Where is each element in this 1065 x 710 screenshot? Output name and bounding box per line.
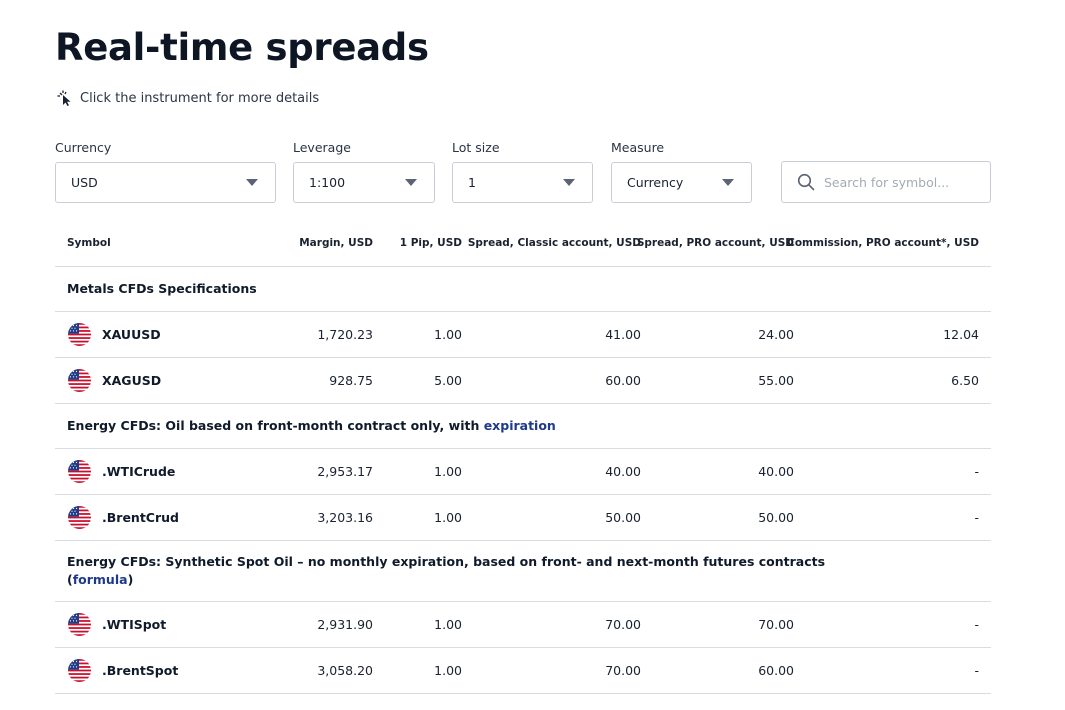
row-commission: - [974,663,979,678]
row-margin: 2,931.90 [317,617,373,632]
lot-size-select[interactable]: 1 [452,162,593,203]
search-input[interactable] [824,174,984,190]
group-energy-spot: Energy CFDs: Synthetic Spot Oil – no mon… [55,541,991,602]
row-spread-pro: 40.00 [758,464,794,479]
expiration-link[interactable]: expiration [484,418,556,433]
us-flag-icon [68,506,91,529]
group-title: Energy CFDs: Oil based on front-month co… [67,417,556,435]
currency-select[interactable]: USD [55,162,276,203]
us-flag-icon [68,460,91,483]
us-flag-icon [68,369,91,392]
row-symbol: .BrentSpot [102,663,179,678]
chevron-down-icon [246,179,258,186]
search-icon [797,173,815,191]
row-margin: 1,720.23 [317,327,373,342]
row-spread-classic: 60.00 [605,373,641,388]
measure-label: Measure [611,140,665,155]
row-symbol: XAUUSD [102,327,161,342]
leverage-label: Leverage [293,140,351,155]
header-symbol[interactable]: Symbol [67,237,111,249]
currency-label: Currency [55,140,112,155]
row-spread-classic: 50.00 [605,510,641,525]
row-spread-classic: 40.00 [605,464,641,479]
leverage-value: 1:100 [309,175,346,190]
row-spread-pro: 70.00 [758,617,794,632]
row-spread-pro: 60.00 [758,663,794,678]
row-commission: 12.04 [943,327,979,342]
row-symbol: .WTICrude [102,464,176,479]
row-symbol: XAGUSD [102,373,162,388]
header-spread-classic[interactable]: Spread, Classic account, USD [468,237,641,249]
row-spread-classic: 70.00 [605,617,641,632]
row-margin: 3,058.20 [317,663,373,678]
table-header: Symbol Margin, USD 1 Pip, USD Spread, Cl… [55,222,991,267]
row-commission: - [974,617,979,632]
formula-link[interactable]: formula [73,572,128,587]
table-row[interactable]: .WTISpot 2,931.90 1.00 70.00 70.00 - [55,602,991,648]
spreads-table: Symbol Margin, USD 1 Pip, USD Spread, Cl… [55,222,991,694]
row-pip: 1.00 [434,464,462,479]
row-commission: 6.50 [951,373,979,388]
row-spread-pro: 55.00 [758,373,794,388]
group-title-text: Energy CFDs: Synthetic Spot Oil – no mon… [67,554,826,569]
lot-size-value: 1 [468,175,476,190]
header-commission-pro[interactable]: Commission, PRO account*, USD [787,237,979,249]
table-row[interactable]: XAGUSD 928.75 5.00 60.00 55.00 6.50 [55,358,991,404]
measure-select[interactable]: Currency [611,162,752,203]
row-symbol: .BrentCrud [102,510,179,525]
header-margin[interactable]: Margin, USD [299,237,373,249]
row-pip: 1.00 [434,327,462,342]
chevron-down-icon [722,179,734,186]
us-flag-icon [68,659,91,682]
hint-text: Click the instrument for more details [80,90,320,106]
us-flag-icon [68,323,91,346]
us-flag-icon [68,613,91,636]
row-spread-pro: 24.00 [758,327,794,342]
table-row[interactable]: .WTICrude 2,953.17 1.00 40.00 40.00 - [55,449,991,495]
instrument-hint: Click the instrument for more details [57,90,319,106]
group-energy-oil: Energy CFDs: Oil based on front-month co… [55,404,991,449]
row-pip: 1.00 [434,617,462,632]
table-row[interactable]: XAUUSD 1,720.23 1.00 41.00 24.00 12.04 [55,312,991,358]
group-metals: Metals CFDs Specifications [55,267,991,312]
row-spread-classic: 70.00 [605,663,641,678]
table-row[interactable]: .BrentSpot 3,058.20 1.00 70.00 60.00 - [55,648,991,694]
row-pip: 1.00 [434,663,462,678]
chevron-down-icon [563,179,575,186]
row-commission: - [974,510,979,525]
row-spread-classic: 41.00 [605,327,641,342]
pointer-click-icon [57,90,71,106]
group-title: Metals CFDs Specifications [67,281,257,296]
header-spread-pro[interactable]: Spread, PRO account, USD [637,237,794,249]
currency-value: USD [71,175,98,190]
symbol-search[interactable] [781,161,991,203]
row-pip: 5.00 [434,373,462,388]
row-margin: 928.75 [329,373,373,388]
measure-value: Currency [627,175,684,190]
row-commission: - [974,464,979,479]
leverage-select[interactable]: 1:100 [293,162,435,203]
row-margin: 2,953.17 [317,464,373,479]
row-margin: 3,203.16 [317,510,373,525]
row-symbol: .WTISpot [102,617,167,632]
group-title: Energy CFDs: Synthetic Spot Oil – no mon… [67,553,825,589]
table-row[interactable]: .BrentCrud 3,203.16 1.00 50.00 50.00 - [55,495,991,541]
group-title-text: Energy CFDs: Oil based on front-month co… [67,418,484,433]
paren-close: ) [127,572,134,587]
page-title: Real-time spreads [55,26,429,69]
lot-size-label: Lot size [452,140,500,155]
row-pip: 1.00 [434,510,462,525]
chevron-down-icon [405,179,417,186]
row-spread-pro: 50.00 [758,510,794,525]
header-pip[interactable]: 1 Pip, USD [400,237,462,249]
